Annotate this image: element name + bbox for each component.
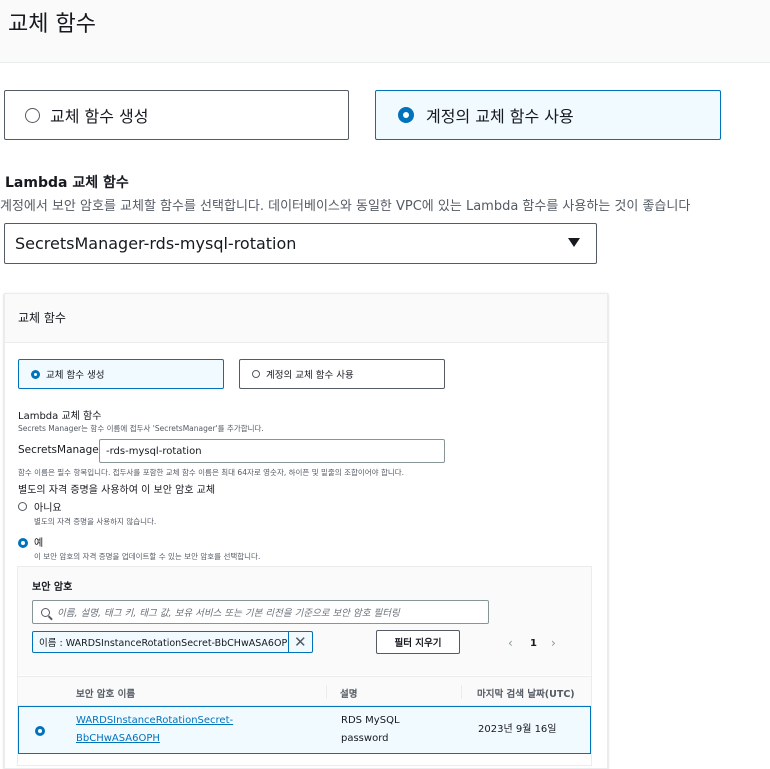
inner-use-existing-option[interactable]: 계정의 교체 함수 사용 xyxy=(239,359,445,389)
radio-selected-icon xyxy=(31,369,40,379)
secret-last-retrieved: 2023년 9월 16일 xyxy=(478,724,557,735)
inner-use-existing-label: 계정의 교체 함수 사용 xyxy=(266,370,354,381)
function-name-constraint: 함수 이름은 필수 항목입니다. 접두사를 포함한 교체 함수 이름은 최대 6… xyxy=(18,468,405,477)
filter-token: 이름 : WARDSInstanceRotationSecret-BbCHwAS… xyxy=(32,631,313,653)
secrets-title: 보안 암호 xyxy=(32,582,73,593)
lambda-function-select[interactable]: SecretsManager-rds-mysql-rotation xyxy=(4,223,597,264)
panel-title: 교체 함수 xyxy=(18,311,66,325)
table-row[interactable]: WARDSInstanceRotationSecret- BbCHwASA6OP… xyxy=(18,706,591,754)
create-rotation-function-option[interactable]: 교체 함수 생성 xyxy=(4,90,349,140)
inner-create-label: 교체 함수 생성 xyxy=(46,370,105,381)
no-description: 별도의 자격 증명을 사용하지 않습니다. xyxy=(34,517,157,526)
search-placeholder: 이름, 설명, 태그 키, 태그 값, 보유 서비스 또는 기본 리전을 기준으… xyxy=(57,608,400,619)
function-prefix: SecretsManager xyxy=(18,444,104,456)
no-label: 아니요 xyxy=(34,503,62,514)
filter-token-text: 이름 : WARDSInstanceRotationSecret-BbCHwAS… xyxy=(33,632,289,652)
inner-lambda-label: Lambda 교체 함수 xyxy=(18,411,102,422)
separate-credentials-label: 별도의 자격 증명을 사용하여 이 보안 암호 교체 xyxy=(18,485,216,496)
page-title: 교체 함수 xyxy=(8,12,96,37)
column-header-name[interactable]: 보안 암호 이름 xyxy=(76,686,135,700)
no-radio[interactable] xyxy=(18,502,27,511)
lambda-function-description: 계정에서 보안 암호를 교체할 함수를 선택합니다. 데이터베이스와 동일한 V… xyxy=(0,199,691,214)
caret-down-icon xyxy=(568,238,580,247)
table-header: 보안 암호 이름 설명 마지막 검색 날짜(UTC) xyxy=(18,676,591,706)
column-header-description[interactable]: 설명 xyxy=(340,686,357,700)
use-existing-rotation-function-option[interactable]: 계정의 교체 함수 사용 xyxy=(375,90,721,140)
page-number[interactable]: 1 xyxy=(530,638,537,649)
inner-lambda-help: Secrets Manager는 함수 이름에 접두사 'SecretsMana… xyxy=(18,424,264,433)
chevron-right-icon[interactable]: › xyxy=(551,636,556,650)
yes-description: 이 보안 암호의 자격 증명을 업데이트할 수 있는 보안 암호를 선택합니다. xyxy=(34,552,261,561)
row-select-radio[interactable] xyxy=(35,726,45,736)
lambda-function-label: Lambda 교체 함수 xyxy=(5,175,129,191)
secrets-table-container: 보안 암호 이름, 설명, 태그 키, 태그 값, 보유 서비스 또는 기본 리… xyxy=(17,566,592,766)
lambda-function-selected-value: SecretsManager-rds-mysql-rotation xyxy=(15,234,297,253)
function-name-value: -rds-mysql-rotation xyxy=(106,445,202,457)
create-rotation-function-label: 교체 함수 생성 xyxy=(50,107,149,126)
function-name-input[interactable]: -rds-mysql-rotation xyxy=(99,439,445,463)
radio-unselected-icon xyxy=(252,370,260,378)
secrets-search-input[interactable]: 이름, 설명, 태그 키, 태그 값, 보유 서비스 또는 기본 리전을 기준으… xyxy=(32,600,489,624)
panel-header: 교체 함수 xyxy=(5,294,607,343)
clear-filters-button[interactable]: 필터 지우기 xyxy=(376,630,460,654)
close-icon[interactable]: ✕ xyxy=(289,633,312,651)
chevron-left-icon[interactable]: ‹ xyxy=(508,636,513,650)
inner-create-option[interactable]: 교체 함수 생성 xyxy=(18,359,224,389)
secret-description: RDS MySQL xyxy=(341,715,400,726)
use-existing-rotation-function-label: 계정의 교체 함수 사용 xyxy=(426,107,574,126)
secret-name-link-continued[interactable]: BbCHwASA6OPH xyxy=(76,729,160,749)
secret-name-link[interactable]: WARDSInstanceRotationSecret- xyxy=(76,711,233,731)
yes-label: 예 xyxy=(34,538,44,549)
secret-description-continued: password xyxy=(341,733,389,744)
radio-unselected-icon xyxy=(25,107,40,123)
radio-selected-icon xyxy=(398,107,414,123)
yes-radio[interactable] xyxy=(18,538,28,548)
page-header: 교체 함수 xyxy=(0,0,770,63)
column-header-last-retrieved[interactable]: 마지막 검색 날짜(UTC) xyxy=(477,686,575,700)
search-icon xyxy=(41,607,50,617)
